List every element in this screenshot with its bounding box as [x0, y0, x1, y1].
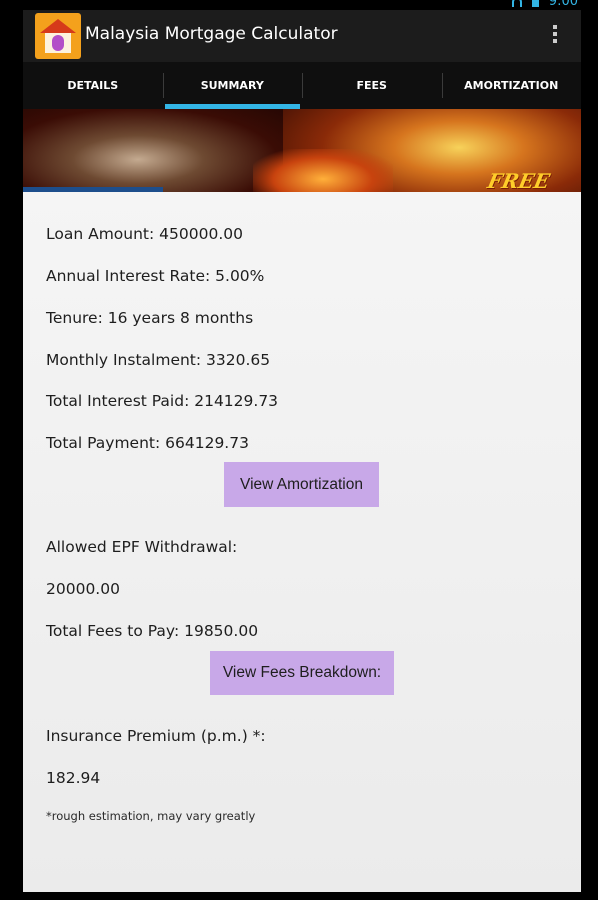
loan-amount: Loan Amount: 450000.00: [46, 225, 243, 243]
summary-panel: Loan Amount: 450000.00 Annual Interest R…: [23, 192, 581, 892]
action-bar: Malaysia Mortgage Calculator: [23, 10, 581, 62]
footnote: *rough estimation, may vary greatly: [46, 809, 256, 823]
view-amortization-button[interactable]: View Amortization: [224, 462, 379, 507]
tenure: Tenure: 16 years 8 months: [46, 309, 254, 327]
tab-summary[interactable]: SUMMARY: [162, 62, 303, 109]
monthly-instalment: Monthly Instalment: 3320.65: [46, 351, 271, 369]
total-fees: Total Fees to Pay: 19850.00: [46, 622, 259, 640]
status-time: 9:00: [548, 0, 578, 9]
app-screen: Malaysia Mortgage Calculator DETAILS SUM…: [23, 10, 581, 892]
banner-text: FREE: [485, 169, 552, 192]
battery-icon: [531, 0, 539, 7]
insurance-premium-label: Insurance Premium (p.m.) *:: [46, 727, 266, 745]
tab-fees[interactable]: FEES: [302, 62, 442, 109]
annual-interest-rate: Annual Interest Rate: 5.00%: [46, 267, 265, 285]
total-payment: Total Payment: 664129.73: [46, 434, 249, 452]
banner-fire-art: [253, 149, 393, 192]
view-fees-breakdown-button[interactable]: View Fees Breakdown:: [210, 651, 394, 695]
epf-withdrawal-value: 20000.00: [46, 580, 120, 598]
wifi-icon: [511, 0, 522, 7]
tab-bar: DETAILS SUMMARY FEES AMORTIZATION: [23, 62, 581, 109]
overflow-menu-icon[interactable]: [553, 25, 557, 43]
app-title: Malaysia Mortgage Calculator: [85, 24, 338, 44]
epf-withdrawal-label: Allowed EPF Withdrawal:: [46, 538, 238, 556]
total-interest-paid: Total Interest Paid: 214129.73: [46, 392, 279, 410]
status-icons: 9:00: [511, 0, 578, 9]
tab-amortization[interactable]: AMORTIZATION: [441, 62, 582, 109]
status-bar: 9:00: [0, 0, 598, 10]
app-logo-icon[interactable]: [35, 13, 81, 59]
tab-details[interactable]: DETAILS: [23, 62, 163, 109]
house-roof-shape: [40, 19, 76, 33]
peace-hand-shape: [52, 35, 64, 51]
insurance-premium-value: 182.94: [46, 769, 101, 787]
ad-banner[interactable]: FREE: [23, 109, 581, 192]
